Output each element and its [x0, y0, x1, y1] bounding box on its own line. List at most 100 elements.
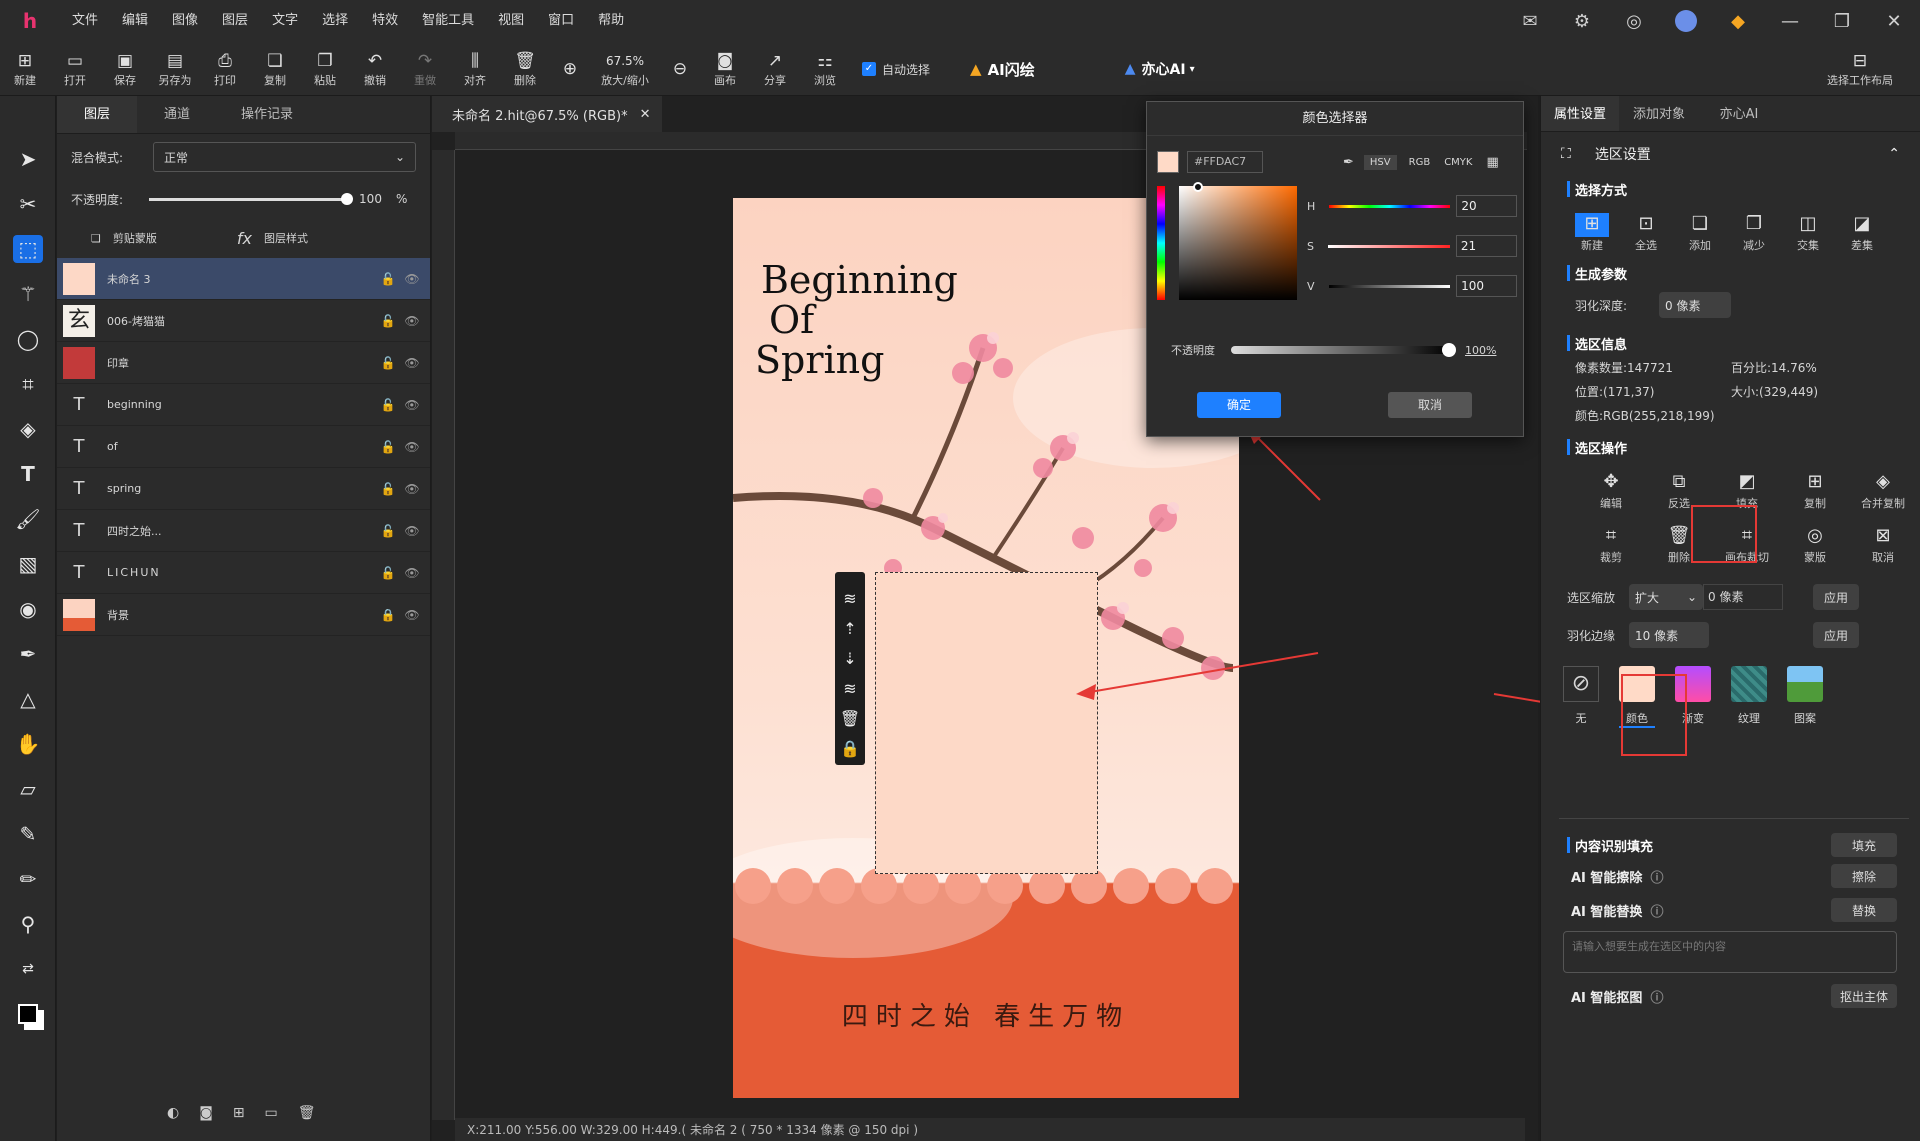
scale-apply-button[interactable]: 应用	[1813, 584, 1860, 610]
zoom-value[interactable]: 67.5%	[606, 50, 644, 72]
hex-input[interactable]: #FFDAC7	[1187, 151, 1263, 173]
delete-layer-icon[interactable]: 🗑	[298, 1105, 316, 1121]
move-tool-icon[interactable]: ➤	[0, 136, 56, 181]
tab-history[interactable]: 操作记录	[217, 96, 317, 133]
pen-tool-icon[interactable]: ✒	[0, 631, 56, 676]
mode-intersect-button[interactable]: ◫ 交集	[1781, 206, 1835, 260]
ok-button[interactable]: 确定	[1197, 392, 1281, 418]
browse-button[interactable]: ⚏ 浏览	[800, 42, 850, 96]
eye-icon[interactable]: 👁	[400, 608, 424, 622]
ai-cutout-button[interactable]: 抠出主体	[1831, 984, 1897, 1008]
op-edit-button[interactable]: ✥ 编辑	[1577, 464, 1645, 518]
auto-select-checkbox[interactable]: ✓ 自动选择	[862, 42, 930, 96]
hue-bar[interactable]	[1157, 186, 1165, 300]
op-mask-button[interactable]: ◎ 蒙版	[1781, 518, 1849, 572]
pencil-tool-icon[interactable]: ✏	[0, 856, 56, 901]
tab-channels[interactable]: 通道	[137, 96, 217, 133]
lock-icon[interactable]: 🔒	[376, 608, 400, 622]
layer-item[interactable]: T LICHUN 🔓 👁	[57, 552, 430, 594]
layer-item[interactable]: T spring 🔓 👁	[57, 468, 430, 510]
lock-icon[interactable]: 🔓	[376, 314, 400, 328]
mail-icon[interactable]: ✉	[1504, 11, 1556, 32]
tab-yixin-ai[interactable]: 亦心AI	[1699, 96, 1779, 131]
smudge-tool-icon[interactable]: ✎	[0, 811, 56, 856]
opacity-value[interactable]: 100	[359, 192, 382, 206]
menu-text[interactable]: 文字	[260, 0, 310, 42]
fill-texture-option[interactable]: 纹理	[1731, 666, 1767, 728]
cancel-button[interactable]: 取消	[1388, 392, 1472, 418]
layer-stack-icon[interactable]: ≋	[835, 584, 865, 614]
op-cancel-button[interactable]: ⊠ 取消	[1849, 518, 1917, 572]
fx-icon[interactable]: fx	[237, 229, 252, 248]
transform-tool-icon[interactable]: ▱	[0, 766, 56, 811]
tab-layers[interactable]: 图层	[57, 96, 137, 133]
magic-wand-tool-icon[interactable]: ⚚	[0, 271, 56, 316]
eye-icon[interactable]: 👁	[400, 398, 424, 412]
scale-value-input[interactable]: 0 像素	[1703, 584, 1784, 610]
scale-mode-select[interactable]: 扩大 ⌄	[1629, 584, 1704, 610]
close-tab-icon[interactable]: ✕	[640, 107, 651, 122]
picker-opacity-value[interactable]: 100%	[1465, 344, 1496, 357]
clip-mask-label[interactable]: 剪贴蒙版	[113, 230, 157, 246]
eye-icon[interactable]: 👁	[400, 482, 424, 496]
fill-none-option[interactable]: ⊘ 无	[1563, 666, 1599, 728]
eye-icon[interactable]: 👁	[400, 524, 424, 538]
content-aware-fill-button[interactable]: 填充	[1831, 833, 1897, 857]
v-input[interactable]: 100	[1456, 275, 1517, 297]
layer-item[interactable]: 背景 🔒 👁	[57, 594, 430, 636]
lock-icon[interactable]: 🔒	[835, 734, 865, 764]
open-button[interactable]: ▭ 打开	[50, 42, 100, 96]
op-crop-button[interactable]: ⌗ 裁剪	[1577, 518, 1645, 572]
layer-item[interactable]: 玄 006-烤猫猫 🔓 👁	[57, 300, 430, 342]
vip-icon[interactable]: ◆	[1712, 11, 1764, 32]
eye-icon[interactable]: 👁	[400, 440, 424, 454]
settings-icon[interactable]: ⚙	[1556, 11, 1608, 32]
poster-title[interactable]: Beginning Of Spring	[755, 260, 958, 380]
group-folder-icon[interactable]: ▭	[265, 1105, 278, 1121]
s-input[interactable]: 21	[1455, 235, 1517, 257]
menu-image[interactable]: 图像	[160, 0, 210, 42]
eye-icon[interactable]: 👁	[400, 314, 424, 328]
eye-icon[interactable]: 👁	[400, 272, 424, 286]
lock-icon[interactable]: 🔓	[376, 356, 400, 370]
redo-button[interactable]: ↷ 重做	[400, 42, 450, 96]
op-copy-button[interactable]: ⊞ 复制	[1781, 464, 1849, 518]
lock-icon[interactable]: 🔓	[376, 524, 400, 538]
menu-help[interactable]: 帮助	[586, 0, 636, 42]
layer-style-label[interactable]: 图层样式	[264, 230, 308, 246]
zoom-in-button[interactable]: ⊕	[550, 42, 590, 96]
lock-icon[interactable]: 🔓	[376, 272, 400, 286]
document-tab[interactable]: 未命名 2.hit@67.5% (RGB)* ✕	[432, 96, 662, 132]
stamp-tool-icon[interactable]: ◉	[0, 586, 56, 631]
eye-icon[interactable]: 👁	[400, 566, 424, 580]
swap-colors-icon[interactable]: ⇄	[0, 946, 56, 991]
help-icon[interactable]: ⓘ	[1650, 987, 1663, 1006]
mode-difference-button[interactable]: ◪ 差集	[1835, 206, 1889, 260]
mode-hsv[interactable]: HSV	[1363, 154, 1397, 170]
mode-subtract-button[interactable]: ❐ 减少	[1727, 206, 1781, 260]
tab-properties[interactable]: 属性设置	[1541, 96, 1619, 131]
mode-rgb[interactable]: RGB	[1409, 157, 1431, 168]
mask-icon[interactable]: ◙	[199, 1105, 213, 1121]
hand-tool-icon[interactable]: ✋	[0, 721, 56, 766]
save-button[interactable]: ▣ 保存	[100, 42, 150, 96]
move-down-icon[interactable]: ⇣	[835, 644, 865, 674]
eyedropper-icon[interactable]: ✒	[1343, 155, 1354, 170]
avatar[interactable]	[1660, 10, 1712, 32]
restore-icon[interactable]: ❐	[1816, 11, 1868, 32]
s-slider[interactable]	[1327, 244, 1450, 248]
new-layer-icon[interactable]: ⊞	[233, 1105, 245, 1121]
share-button[interactable]: ↗ 分享	[750, 42, 800, 96]
layers-icon[interactable]: ≋	[835, 674, 865, 704]
lock-icon[interactable]: 🔓	[376, 566, 400, 580]
help-icon[interactable]: ⓘ	[1650, 901, 1663, 920]
align-button[interactable]: ⫼ 对齐	[450, 42, 500, 96]
swatches-grid-icon[interactable]: ▦	[1486, 155, 1498, 170]
mode-cmyk[interactable]: CMYK	[1444, 157, 1472, 168]
tab-add-object[interactable]: 添加对象	[1619, 96, 1699, 131]
zoom-out-button[interactable]: ⊖	[660, 42, 700, 96]
menu-window[interactable]: 窗口	[536, 0, 586, 42]
layer-item[interactable]: T beginning 🔓 👁	[57, 384, 430, 426]
ai-flash-button[interactable]: ▲ AI闪绘	[970, 42, 1035, 96]
op-merge-copy-button[interactable]: ◈ 合并复制	[1849, 464, 1917, 518]
